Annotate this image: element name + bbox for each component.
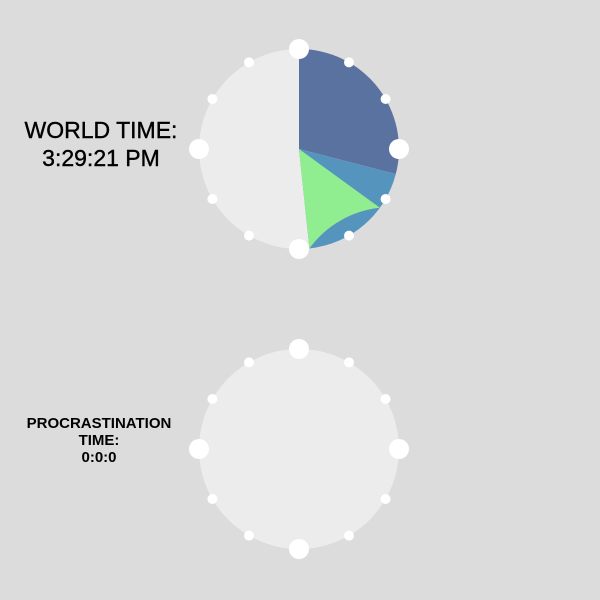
hour-marker-minor [344, 357, 354, 368]
hour-marker-major [289, 339, 309, 359]
hour-marker-major [189, 439, 209, 459]
hour-marker-minor [207, 494, 218, 504]
hour-marker-minor [344, 530, 354, 541]
hour-marker-minor [380, 494, 391, 504]
clock-face [199, 349, 399, 549]
hour-marker-minor [380, 394, 391, 404]
hour-marker-minor [244, 357, 254, 368]
procrastination-clock [189, 339, 409, 559]
clock-app: WORLD TIME: 3:29:21 PM PROCRASTINATION T… [0, 0, 600, 600]
hour-marker-major [389, 439, 409, 459]
hour-marker-minor [244, 530, 254, 541]
hour-marker-minor [207, 394, 218, 404]
hour-marker-major [289, 539, 309, 559]
